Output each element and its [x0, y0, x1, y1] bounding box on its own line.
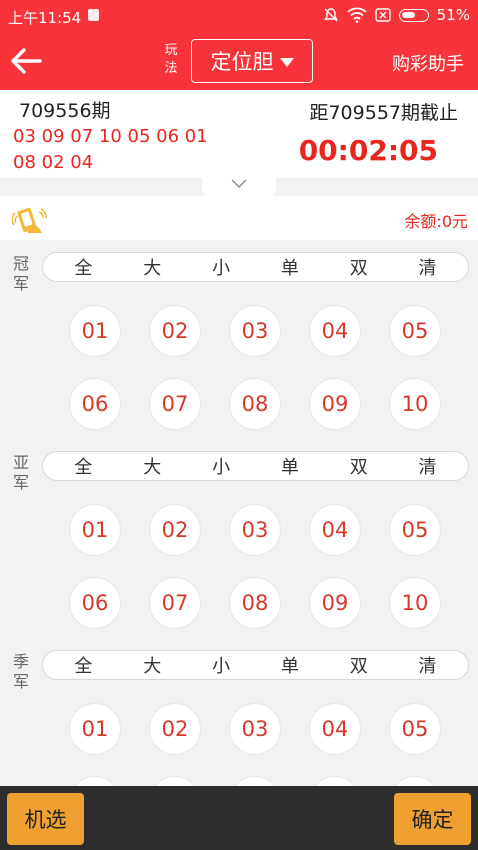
sim-icon	[88, 9, 99, 21]
section-label-char: 冠	[12, 254, 29, 273]
ball-runner-up-10[interactable]: 10	[389, 577, 441, 629]
filter-big[interactable]: 大	[132, 254, 172, 280]
helper-link[interactable]: 购彩助手	[392, 50, 464, 76]
filter-small[interactable]: 小	[201, 652, 241, 678]
filter-clear[interactable]: 清	[408, 652, 448, 678]
filter-odd[interactable]: 单	[270, 254, 310, 280]
section-label-char: 季	[12, 652, 29, 671]
filter-all[interactable]: 全	[63, 254, 103, 280]
ball-third-place-05[interactable]: 05	[389, 703, 441, 755]
ball-runner-up-08[interactable]: 08	[229, 577, 281, 629]
expand-history-toggle[interactable]	[202, 176, 276, 196]
ball-champion-07[interactable]: 07	[149, 378, 201, 430]
ball-third-place-01[interactable]: 01	[69, 703, 121, 755]
filter-small[interactable]: 小	[201, 254, 241, 280]
ball-champion-09[interactable]: 09	[309, 378, 361, 430]
filter-big[interactable]: 大	[132, 652, 172, 678]
issue-panel: 709556期 03 09 07 10 05 06 01 08 02 04 距7…	[0, 90, 478, 178]
filter-even[interactable]: 双	[339, 652, 379, 678]
status-bar: 上午11:54 51%	[0, 0, 478, 32]
filter-even[interactable]: 双	[339, 453, 379, 479]
battery-percent: 51%	[436, 6, 470, 24]
confirm-button[interactable]: 确定	[394, 793, 471, 845]
ball-champion-01[interactable]: 01	[69, 305, 121, 357]
random-pick-button[interactable]: 机选	[7, 793, 84, 845]
filter-clear[interactable]: 清	[408, 254, 448, 280]
ball-champion-05[interactable]: 05	[389, 305, 441, 357]
ball-runner-up-04[interactable]: 04	[309, 504, 361, 556]
filter-all[interactable]: 全	[63, 652, 103, 678]
play-type-label-1: 玩	[164, 43, 178, 58]
last-period: 709556期	[19, 100, 111, 122]
wifi-icon	[347, 7, 367, 23]
balance-amount: 余额:0元	[404, 212, 468, 231]
ball-runner-up-03[interactable]: 03	[229, 504, 281, 556]
ball-champion-03[interactable]: 03	[229, 305, 281, 357]
ball-champion-06[interactable]: 06	[69, 378, 121, 430]
ball-runner-up-05[interactable]: 05	[389, 504, 441, 556]
bottom-action-bar: 机选 确定	[0, 786, 478, 850]
battery-icon	[398, 8, 429, 22]
ball-runner-up-06[interactable]: 06	[69, 577, 121, 629]
ball-champion-04[interactable]: 04	[309, 305, 361, 357]
ball-third-place-04[interactable]: 04	[309, 703, 361, 755]
section-label-runner-up: 亚 军	[10, 453, 32, 493]
ball-runner-up-09[interactable]: 09	[309, 577, 361, 629]
filter-bar-champion: 全 大 小 单 双 清	[42, 252, 469, 282]
section-label-char: 军	[12, 274, 29, 293]
filter-bar-runner-up: 全 大 小 单 双 清	[42, 451, 469, 481]
status-icons: 51%	[323, 6, 470, 24]
mute-bell-icon	[323, 8, 338, 22]
ball-runner-up-07[interactable]: 07	[149, 577, 201, 629]
ball-third-place-03[interactable]: 03	[229, 703, 281, 755]
section-label-third-place: 季 军	[10, 652, 32, 692]
play-type-label-2: 法	[164, 61, 178, 76]
shake-phone-icon[interactable]	[12, 206, 48, 236]
next-period-label: 距709557期截止	[309, 102, 458, 124]
filter-odd[interactable]: 单	[270, 453, 310, 479]
play-mode-dropdown[interactable]: 定位胆	[191, 39, 313, 83]
filter-big[interactable]: 大	[132, 453, 172, 479]
balance-row: 余额:0元	[0, 196, 478, 240]
section-label-char: 军	[12, 672, 29, 691]
section-label-char: 军	[12, 473, 29, 492]
status-time: 上午11:54	[8, 9, 82, 27]
play-type-label: 玩 法	[163, 42, 179, 78]
filter-all[interactable]: 全	[63, 453, 103, 479]
ball-runner-up-02[interactable]: 02	[149, 504, 201, 556]
back-arrow-icon[interactable]	[6, 41, 46, 81]
filter-odd[interactable]: 单	[270, 652, 310, 678]
section-label-champion: 冠 军	[10, 254, 32, 294]
filter-small[interactable]: 小	[201, 453, 241, 479]
ball-champion-02[interactable]: 02	[149, 305, 201, 357]
sim-blocked-icon	[374, 8, 391, 22]
ball-runner-up-01[interactable]: 01	[69, 504, 121, 556]
ball-champion-10[interactable]: 10	[389, 378, 441, 430]
chevron-down-icon	[231, 179, 247, 188]
last-draw-numbers: 03 09 07 10 05 06 01 08 02 04	[13, 126, 208, 173]
countdown-timer: 00:02:05	[298, 134, 438, 167]
ball-champion-08[interactable]: 08	[229, 378, 281, 430]
top-bar: 玩 法 定位胆 购彩助手	[0, 32, 478, 90]
filter-bar-third-place: 全 大 小 单 双 清	[42, 650, 469, 680]
section-label-char: 亚	[12, 453, 29, 472]
filter-clear[interactable]: 清	[408, 453, 448, 479]
ball-third-place-02[interactable]: 02	[149, 703, 201, 755]
play-mode-value: 定位胆	[210, 50, 274, 74]
caret-down-icon	[279, 57, 294, 67]
filter-even[interactable]: 双	[339, 254, 379, 280]
